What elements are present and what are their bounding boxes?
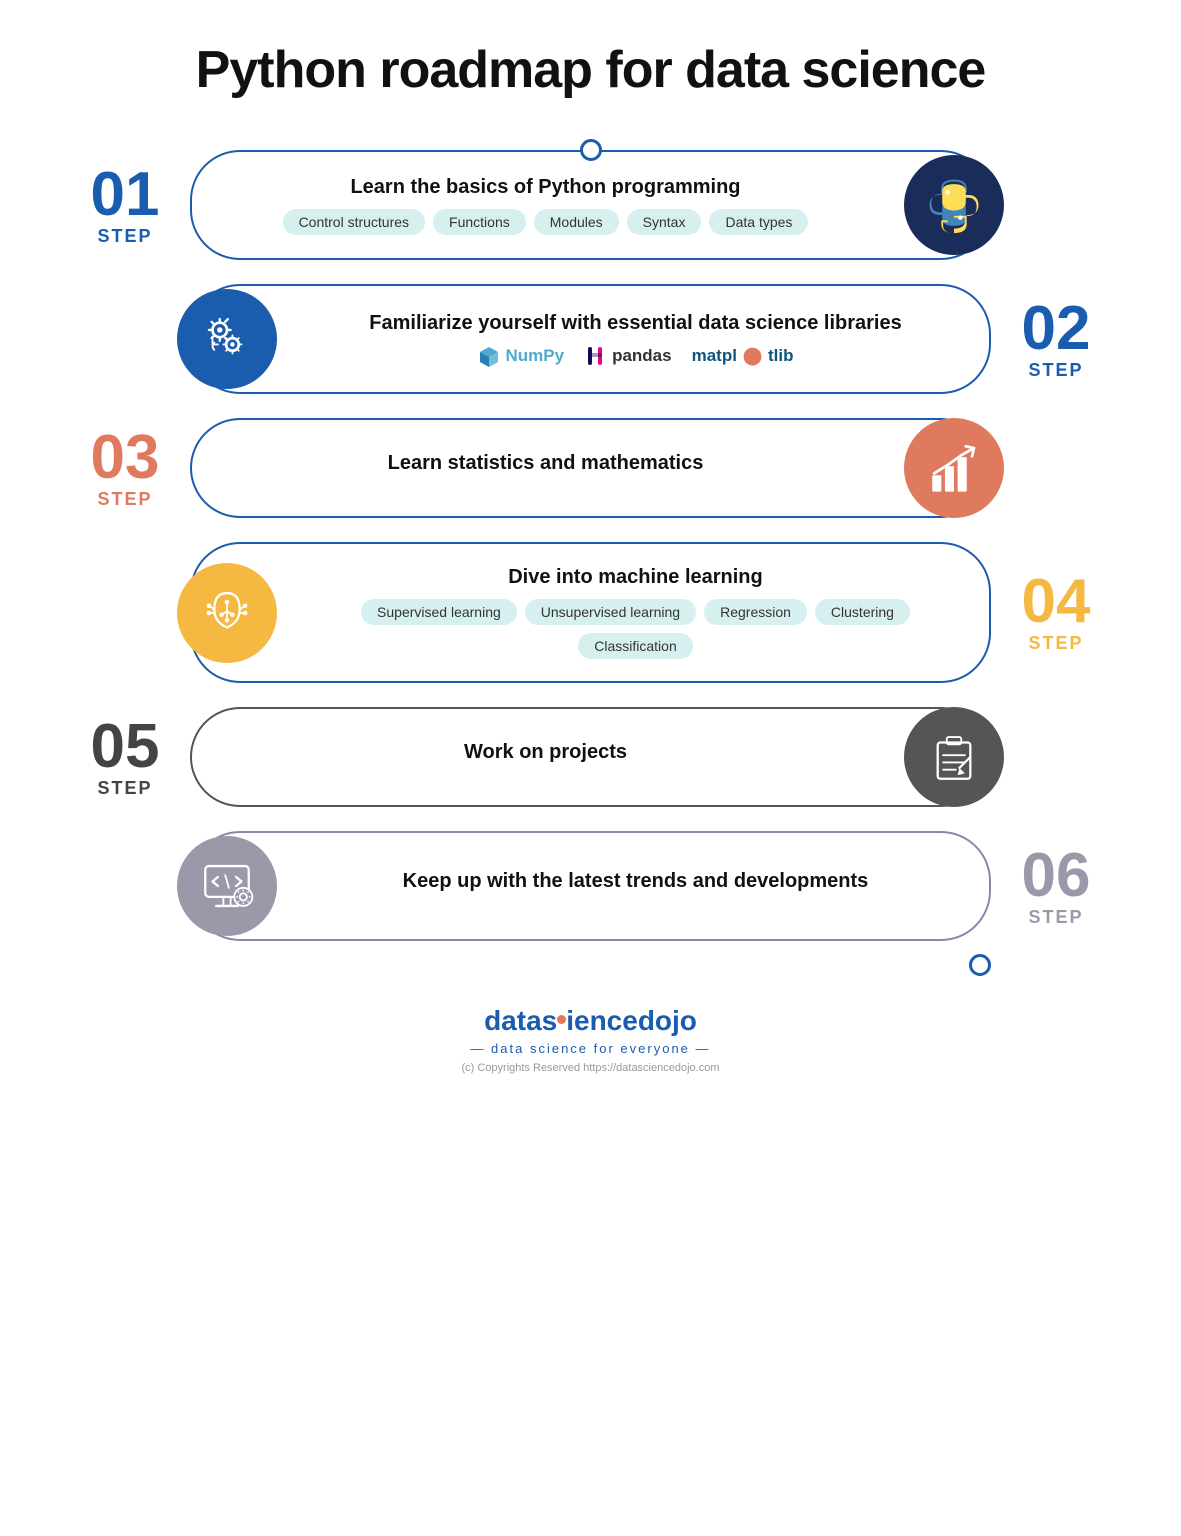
logo-area: datasiencedojo — data science for everyo… bbox=[461, 1005, 719, 1074]
pandas-logo-icon bbox=[584, 345, 606, 367]
step-icon-5 bbox=[904, 707, 1004, 807]
step-content-4: Dive into machine learning Supervised le… bbox=[312, 566, 959, 659]
libraries-row: NumPy pandas matpl⬤tlib bbox=[312, 345, 959, 367]
step-card-6: Keep up with the latest trends and devel… bbox=[190, 831, 991, 941]
tag-unsupervised: Unsupervised learning bbox=[525, 599, 696, 625]
step-title-2: Familiarize yourself with essential data… bbox=[312, 312, 959, 335]
numpy-logo-icon bbox=[478, 345, 500, 367]
step-row-2: Familiarize yourself with essential data… bbox=[60, 284, 1121, 394]
chart-icon bbox=[925, 439, 983, 497]
tag-supervised: Supervised learning bbox=[361, 599, 517, 625]
tag-classification: Classification bbox=[578, 633, 692, 659]
step-title-6: Keep up with the latest trends and devel… bbox=[312, 870, 959, 893]
lib-numpy: NumPy bbox=[478, 345, 565, 367]
step-row-1: 01 STEP Learn the basics of Python progr… bbox=[60, 150, 1121, 260]
step-icon-3 bbox=[904, 418, 1004, 518]
step-tags-4: Supervised learning Unsupervised learnin… bbox=[312, 599, 959, 659]
step-label-4: STEP bbox=[991, 633, 1121, 654]
step-row-5: 05 STEP Work on projects bbox=[60, 707, 1121, 807]
tag-control-structures: Control structures bbox=[283, 209, 425, 235]
logo-tagline: — data science for everyone — bbox=[461, 1041, 719, 1056]
step-card-2: Familiarize yourself with essential data… bbox=[190, 284, 991, 394]
step-content-1: Learn the basics of Python programming C… bbox=[222, 176, 869, 235]
step-number-6: 06 STEP bbox=[991, 845, 1121, 928]
code-icon bbox=[198, 857, 256, 915]
step-label-3: STEP bbox=[60, 489, 190, 510]
step-content-6: Keep up with the latest trends and devel… bbox=[312, 870, 959, 903]
step-card-3: Learn statistics and mathematics bbox=[190, 418, 991, 518]
step-number-5: 05 STEP bbox=[60, 716, 190, 799]
step-card-5: Work on projects bbox=[190, 707, 991, 807]
tag-data-types: Data types bbox=[709, 209, 808, 235]
python-icon bbox=[925, 176, 983, 234]
tag-regression: Regression bbox=[704, 599, 807, 625]
step-title-4: Dive into machine learning bbox=[312, 566, 959, 589]
steps-wrapper: 01 STEP Learn the basics of Python progr… bbox=[60, 150, 1121, 965]
step-num-label-3: 03 bbox=[60, 427, 190, 489]
step-title-1: Learn the basics of Python programming bbox=[222, 176, 869, 199]
lib-pandas: pandas bbox=[584, 345, 672, 367]
step-num-label-6: 06 bbox=[991, 845, 1121, 907]
step-content-5: Work on projects bbox=[222, 741, 869, 774]
step-tags-1: Control structures Functions Modules Syn… bbox=[222, 209, 869, 235]
step-num-label-2: 02 bbox=[991, 298, 1121, 360]
ai-icon bbox=[198, 584, 256, 642]
step-num-label-4: 04 bbox=[991, 571, 1121, 633]
page-title: Python roadmap for data science bbox=[196, 40, 986, 100]
projects-icon bbox=[925, 728, 983, 786]
logo: datasiencedojo bbox=[461, 1005, 719, 1037]
step-card-1: Learn the basics of Python programming C… bbox=[190, 150, 991, 260]
tag-functions: Functions bbox=[433, 209, 526, 235]
step-number-4: 04 STEP bbox=[991, 571, 1121, 654]
logo-copyright: (c) Copyrights Reserved https://datascie… bbox=[461, 1062, 719, 1074]
step-label-5: STEP bbox=[60, 778, 190, 799]
gears-icon bbox=[198, 310, 256, 368]
step-number-2: 02 STEP bbox=[991, 298, 1121, 381]
step-icon-1 bbox=[904, 155, 1004, 255]
step-content-3: Learn statistics and mathematics bbox=[222, 452, 869, 485]
step-number-1: 01 STEP bbox=[60, 164, 190, 247]
step-row-3: 03 STEP Learn statistics and mathematics bbox=[60, 418, 1121, 518]
step-row-4: Dive into machine learning Supervised le… bbox=[60, 542, 1121, 683]
step-number-3: 03 STEP bbox=[60, 427, 190, 510]
step-label-1: STEP bbox=[60, 226, 190, 247]
bottom-connector-dot bbox=[969, 954, 991, 976]
tag-modules: Modules bbox=[534, 209, 619, 235]
step-title-3: Learn statistics and mathematics bbox=[222, 452, 869, 475]
step-icon-2 bbox=[177, 289, 277, 389]
top-connector-dot bbox=[580, 139, 602, 161]
step-icon-4 bbox=[177, 563, 277, 663]
step-icon-6 bbox=[177, 836, 277, 936]
step-title-5: Work on projects bbox=[222, 741, 869, 764]
step-num-label-5: 05 bbox=[60, 716, 190, 778]
tag-clustering: Clustering bbox=[815, 599, 910, 625]
step-content-2: Familiarize yourself with essential data… bbox=[312, 312, 959, 367]
step-row-6: Keep up with the latest trends and devel… bbox=[60, 831, 1121, 941]
step-card-4: Dive into machine learning Supervised le… bbox=[190, 542, 991, 683]
step-label-2: STEP bbox=[991, 360, 1121, 381]
lib-matplotlib: matpl⬤tlib bbox=[692, 346, 794, 366]
step-label-6: STEP bbox=[991, 907, 1121, 928]
step-num-label-1: 01 bbox=[60, 164, 190, 226]
tag-syntax: Syntax bbox=[627, 209, 702, 235]
